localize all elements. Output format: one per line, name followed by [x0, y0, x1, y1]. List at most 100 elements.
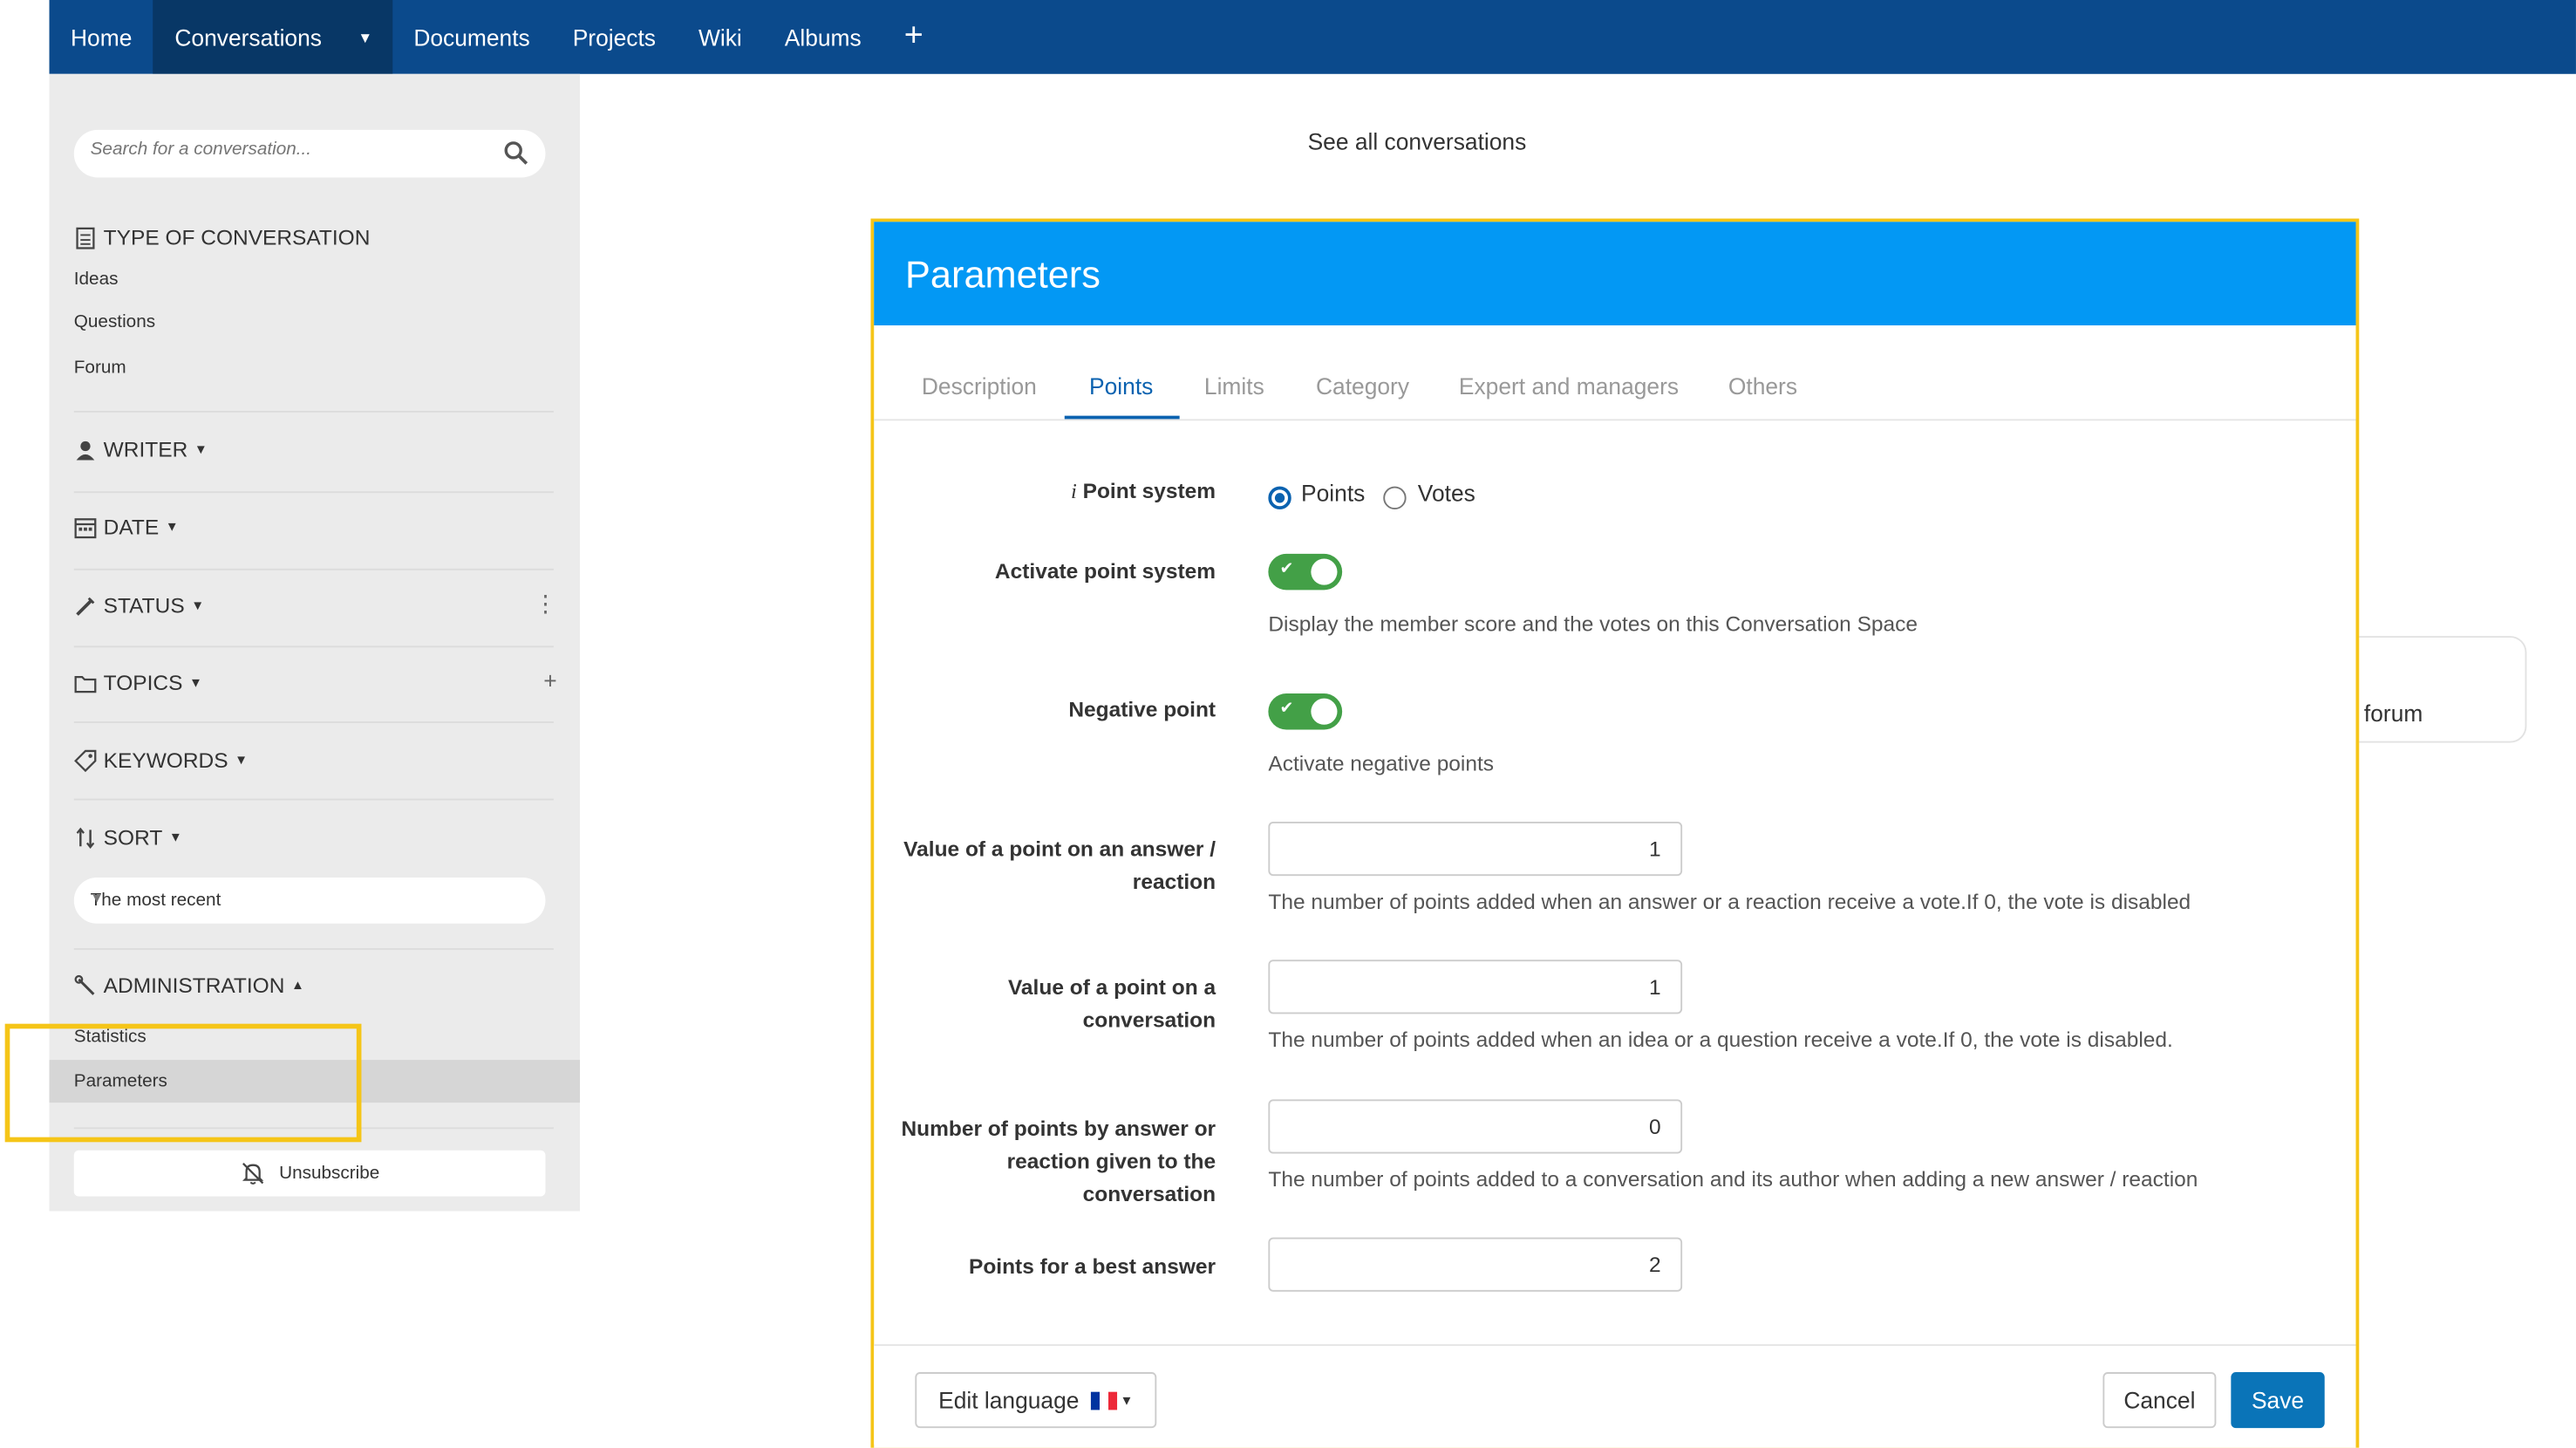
add-topic-icon[interactable]: +	[543, 667, 556, 693]
document-icon	[76, 226, 95, 249]
check-icon: ✔	[1279, 560, 1294, 579]
answer-value-field	[1268, 821, 1683, 877]
modal-header: Parameters	[874, 222, 2356, 326]
point-system-label: i Point system	[1070, 478, 1216, 503]
type-ideas[interactable]: Ideas	[74, 270, 119, 290]
more-options-icon[interactable]: ⋮	[534, 590, 556, 618]
chevron-down-icon: ▼	[165, 519, 179, 535]
activate-point-system-help: Display the member score and the votes o…	[1268, 611, 1918, 637]
nav-wiki[interactable]: Wiki	[677, 0, 763, 74]
calendar-icon	[74, 517, 97, 538]
screen: Home Conversations ▼ Documents Projects W…	[0, 0, 2576, 1448]
sort-select[interactable]: The most recent ▼	[73, 878, 546, 924]
answer-value-help: The number of points added when an answe…	[1268, 889, 2191, 914]
modal-title: Parameters	[905, 253, 1101, 297]
divider	[73, 645, 554, 648]
answer-value-label: Value of a point on an answer / reaction	[903, 836, 1216, 894]
divider	[73, 798, 554, 801]
points-by-answer-label: Number of points by answer or reaction g…	[901, 1116, 1216, 1206]
edit-language-button[interactable]: Edit language ▼	[915, 1372, 1157, 1429]
french-flag-icon	[1090, 1390, 1117, 1410]
divider	[73, 491, 554, 494]
unsubscribe-button[interactable]: Unsubscribe	[73, 1150, 546, 1197]
sort-heading[interactable]: SORT ▼	[74, 825, 182, 850]
radio-votes[interactable]	[1383, 486, 1407, 510]
points-by-answer-input[interactable]	[1283, 1114, 1661, 1139]
administration-heading[interactable]: ADMINISTRATION ▲	[74, 973, 304, 998]
nav-conversations[interactable]: Conversations ▼	[153, 0, 392, 74]
divider	[73, 721, 554, 723]
divider	[73, 948, 554, 950]
radio-points[interactable]	[1268, 486, 1291, 510]
answer-value-input[interactable]	[1283, 836, 1661, 862]
writer-filter[interactable]: WRITER ▼	[74, 437, 208, 461]
keywords-filter[interactable]: KEYWORDS ▼	[74, 748, 248, 772]
tab-category[interactable]: Category	[1316, 373, 1409, 400]
activate-point-system-toggle[interactable]: ✔	[1268, 553, 1343, 591]
best-answer-field	[1268, 1237, 1683, 1292]
date-filter[interactable]: DATE ▼	[74, 515, 179, 539]
sort-icon	[76, 826, 95, 849]
tab-points[interactable]: Points	[1089, 373, 1153, 400]
modal-footer: Edit language ▼ Cancel Save	[874, 1344, 2356, 1448]
info-icon[interactable]: i	[1071, 478, 1077, 502]
chevron-down-icon: ▼	[90, 891, 104, 906]
status-filter[interactable]: STATUS ▼	[74, 593, 204, 618]
negative-point-toggle[interactable]: ✔	[1268, 693, 1343, 730]
nav-home[interactable]: Home	[50, 0, 153, 74]
best-answer-input[interactable]	[1283, 1252, 1661, 1277]
highlight-box	[4, 1023, 362, 1143]
nav-projects[interactable]: Projects	[551, 0, 677, 74]
check-icon: ✔	[1279, 700, 1294, 719]
chevron-down-icon: ▼	[191, 598, 205, 613]
chevron-down-icon: ▼	[168, 830, 182, 845]
top-navigation: Home Conversations ▼ Documents Projects W…	[49, 0, 2576, 74]
chevron-down-icon: ▼	[235, 752, 249, 768]
tab-expert-and-managers[interactable]: Expert and managers	[1459, 373, 1679, 400]
divider	[73, 410, 554, 413]
wrench-icon	[74, 973, 95, 994]
bell-off-icon	[242, 1163, 264, 1185]
chevron-down-icon: ▼	[1120, 1392, 1134, 1408]
tab-description[interactable]: Description	[922, 373, 1037, 400]
search-input[interactable]	[90, 140, 485, 160]
brush-icon	[76, 596, 95, 615]
points-by-answer-help: The number of points added to a conversa…	[1268, 1166, 2198, 1192]
active-tab-indicator	[1064, 415, 1180, 420]
add-tab-button[interactable]: +	[883, 0, 944, 74]
points-by-answer-field	[1268, 1099, 1683, 1154]
folder-icon	[74, 675, 97, 693]
negative-point-help: Activate negative points	[1268, 750, 1495, 776]
chevron-down-icon: ▼	[188, 675, 202, 691]
divider	[73, 568, 554, 570]
nav-documents[interactable]: Documents	[392, 0, 551, 74]
type-of-conversation-heading: TYPE OF CONVERSATION	[74, 225, 370, 249]
chevron-down-icon: ▼	[194, 441, 208, 457]
conversation-value-label: Value of a point on a conversation	[1007, 974, 1216, 1033]
conversation-value-field	[1268, 960, 1683, 1014]
best-answer-label: Points for a best answer	[969, 1253, 1216, 1279]
topics-filter[interactable]: TOPICS ▼	[74, 671, 202, 695]
search-box	[73, 129, 546, 178]
tag-icon	[74, 748, 97, 772]
activate-point-system-label: Activate point system	[994, 558, 1216, 584]
conversation-value-input[interactable]	[1283, 974, 1661, 1000]
chevron-up-icon: ▲	[290, 977, 304, 993]
conversation-value-help: The number of points added when an idea …	[1268, 1027, 2173, 1052]
radio-votes-label: Votes	[1417, 480, 1475, 507]
see-all-conversations-link[interactable]: See all conversations	[1308, 128, 1527, 154]
save-button[interactable]: Save	[2231, 1372, 2325, 1429]
type-forum[interactable]: Forum	[74, 359, 126, 379]
nav-albums[interactable]: Albums	[763, 0, 883, 74]
modal-tabs: Description Points Limits Category Exper…	[874, 325, 2356, 421]
tab-others[interactable]: Others	[1728, 373, 1797, 400]
tab-limits[interactable]: Limits	[1204, 373, 1264, 400]
chevron-down-icon: ▼	[358, 28, 373, 45]
cancel-button[interactable]: Cancel	[2102, 1372, 2217, 1429]
radio-points-label: Points	[1301, 480, 1366, 507]
search-icon[interactable]	[502, 140, 528, 166]
parameters-modal: Parameters Description Points Limits Cat…	[870, 218, 2360, 1448]
negative-point-label: Negative point	[1068, 696, 1216, 722]
type-questions[interactable]: Questions	[74, 312, 155, 332]
user-icon	[76, 440, 95, 460]
